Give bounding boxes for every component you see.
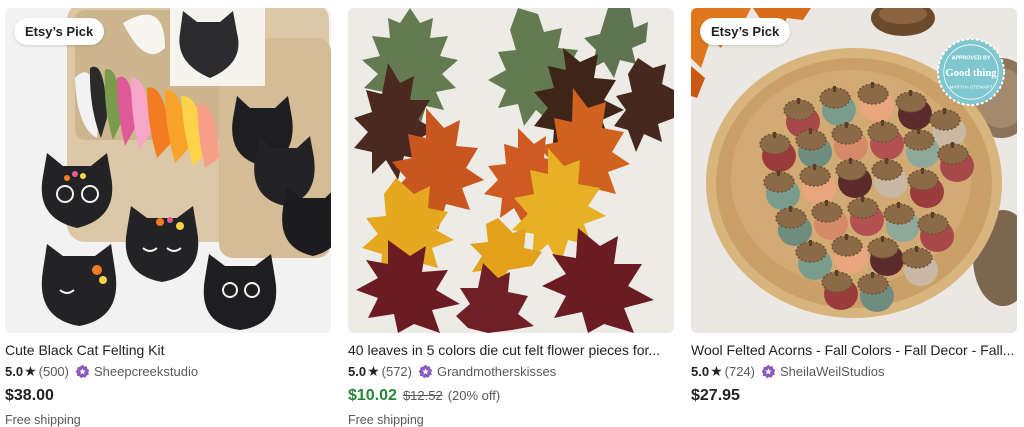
seal-bottom-text: MARTHA STEWART (949, 85, 992, 90)
good-thing-seal-icon: APPROVED BY Good thing MARTHA STEWART (937, 38, 1005, 106)
sale-price: $10.02 (348, 387, 397, 404)
review-count: (724) (724, 363, 755, 379)
felt-autumn-leaves-photo (348, 8, 674, 333)
seal-main-text: Good thing (945, 67, 997, 79)
listing-card[interactable]: 40 leaves in 5 colors die cut felt flowe… (348, 8, 674, 427)
price: $27.95 (691, 387, 740, 404)
star-seller-badge-icon (75, 364, 90, 378)
price-row: $27.95 (691, 387, 1017, 409)
shop-name[interactable]: Grandmotherskisses (437, 364, 556, 379)
discount-label: (20% off) (447, 388, 501, 403)
price-row: $38.00 (5, 387, 331, 409)
price-row: $10.02 $12.52 (20% off) (348, 387, 674, 409)
star-icon: ★ (24, 362, 37, 379)
star-seller-badge-icon (761, 364, 776, 378)
listing-image[interactable]: Etsy’s Pick APPROVED BY Good thing MARTH… (691, 8, 1017, 333)
shipping-label: Free shipping (5, 413, 81, 427)
seal-top-text: APPROVED BY (952, 55, 991, 61)
listing-title[interactable]: Cute Black Cat Felting Kit (5, 341, 331, 359)
listing-image[interactable]: Etsy’s Pick (5, 8, 331, 333)
listing-image[interactable] (348, 8, 674, 333)
black-cat-felting-kit-photo (5, 8, 331, 333)
star-icon: ★ (367, 362, 380, 379)
original-price: $12.52 (402, 388, 443, 403)
etsys-pick-badge: Etsy’s Pick (700, 18, 791, 45)
listing-meta: 5.0 ★ (724) SheilaWeilStudios (691, 362, 1017, 380)
rating-value: 5.0 (348, 363, 367, 379)
etsys-pick-badge: Etsy’s Pick (14, 18, 105, 45)
listing-card[interactable]: Etsy’s Pick APPROVED BY Good thing MARTH… (691, 8, 1017, 409)
rating-value: 5.0 (691, 363, 710, 379)
price: $38.00 (5, 387, 54, 404)
star-icon: ★ (710, 362, 723, 379)
shipping-label: Free shipping (348, 413, 424, 427)
listing-title[interactable]: 40 leaves in 5 colors die cut felt flowe… (348, 341, 674, 359)
shop-name[interactable]: Sheepcreekstudio (94, 364, 198, 379)
shop-name[interactable]: SheilaWeilStudios (780, 364, 885, 379)
listing-meta: 5.0 ★ (572) Grandmotherskisses (348, 362, 674, 380)
listing-title[interactable]: Wool Felted Acorns - Fall Colors - Fall … (691, 341, 1017, 359)
listing-grid: Etsy’s Pick Cute Black Cat Felting Kit 5… (0, 0, 1024, 427)
listing-card[interactable]: Etsy’s Pick Cute Black Cat Felting Kit 5… (5, 8, 331, 427)
rating-value: 5.0 (5, 363, 24, 379)
review-count: (572) (381, 363, 412, 379)
listing-meta: 5.0 ★ (500) Sheepcreekstudio (5, 362, 331, 380)
review-count: (500) (38, 363, 69, 379)
star-seller-badge-icon (418, 364, 433, 378)
